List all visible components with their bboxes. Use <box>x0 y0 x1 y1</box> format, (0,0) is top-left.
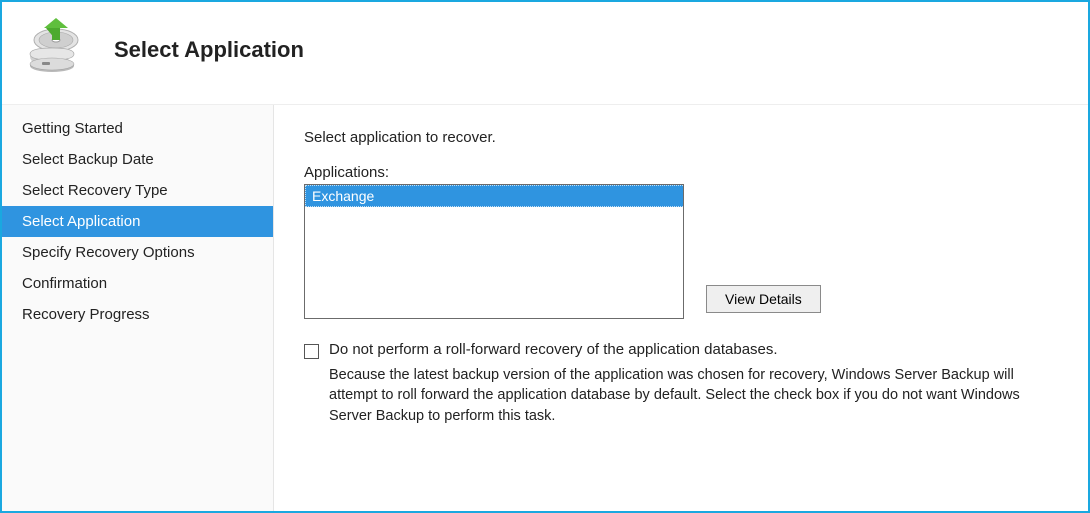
applications-row: Exchange View Details <box>304 184 1050 319</box>
sidebar: Getting Started Select Backup Date Selec… <box>2 105 274 511</box>
sidebar-item-select-application[interactable]: Select Application <box>2 206 273 237</box>
sidebar-item-select-recovery-type[interactable]: Select Recovery Type <box>2 175 273 206</box>
content: Getting Started Select Backup Date Selec… <box>2 104 1088 511</box>
rollforward-checkbox[interactable] <box>304 344 319 359</box>
rollforward-checkbox-label: Do not perform a roll-forward recovery o… <box>329 341 778 358</box>
rollforward-helper-text: Because the latest backup version of the… <box>329 365 1049 426</box>
sidebar-item-getting-started[interactable]: Getting Started <box>2 113 273 144</box>
sidebar-item-specify-recovery-options[interactable]: Specify Recovery Options <box>2 237 273 268</box>
header: Select Application <box>2 2 1088 104</box>
applications-label: Applications: <box>304 164 1050 181</box>
rollforward-checkbox-row: Do not perform a roll-forward recovery o… <box>304 341 1050 359</box>
wizard-window: Select Application Getting Started Selec… <box>0 0 1090 513</box>
main-panel: Select application to recover. Applicati… <box>274 105 1088 511</box>
view-details-button[interactable]: View Details <box>706 285 821 313</box>
applications-listbox[interactable]: Exchange <box>304 184 684 319</box>
page-title: Select Application <box>114 37 304 63</box>
list-item[interactable]: Exchange <box>305 185 683 207</box>
sidebar-item-recovery-progress[interactable]: Recovery Progress <box>2 299 273 330</box>
sidebar-item-confirmation[interactable]: Confirmation <box>2 268 273 299</box>
sidebar-item-select-backup-date[interactable]: Select Backup Date <box>2 144 273 175</box>
instruction-text: Select application to recover. <box>304 129 1050 146</box>
recovery-disc-icon <box>22 18 86 82</box>
